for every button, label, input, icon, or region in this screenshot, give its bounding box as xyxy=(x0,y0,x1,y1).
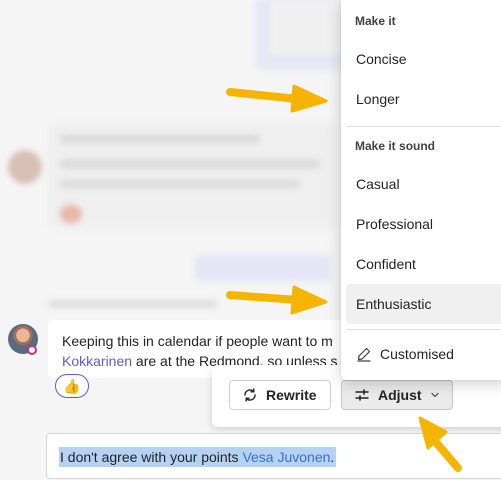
background-reaction xyxy=(60,205,82,223)
message-line-1: Keeping this in calendar if people want … xyxy=(62,333,333,349)
adjust-button[interactable]: Adjust xyxy=(341,380,453,410)
menu-header-make-it-sound: Make it sound xyxy=(355,139,436,153)
arrow-annotation-adjust xyxy=(418,416,462,472)
menu-item-longer[interactable]: Longer xyxy=(346,79,501,119)
menu-item-concise[interactable]: Concise xyxy=(346,39,501,79)
menu-item-customised[interactable]: Customised xyxy=(346,334,501,374)
arrow-annotation-enthusiastic xyxy=(226,285,328,315)
background-pill xyxy=(195,255,330,281)
pencil-icon xyxy=(356,346,372,362)
background-name xyxy=(48,300,218,308)
presence-status-icon xyxy=(27,345,37,355)
menu-item-casual[interactable]: Casual xyxy=(346,164,501,204)
compose-mention[interactable]: Vesa Juvonen xyxy=(242,449,330,465)
compose-text: I don't agree with your points xyxy=(60,449,243,465)
rewrite-label: Rewrite xyxy=(266,387,317,403)
background-line xyxy=(60,135,260,143)
customised-label: Customised xyxy=(380,346,454,362)
adjust-label: Adjust xyxy=(378,387,422,403)
rewrite-icon xyxy=(244,388,256,402)
menu-divider xyxy=(346,126,501,127)
menu-item-professional[interactable]: Professional xyxy=(346,204,501,244)
compose-selected-text[interactable]: I don't agree with your points Vesa Juvo… xyxy=(59,447,337,467)
rewrite-button[interactable]: Rewrite xyxy=(229,380,331,410)
mention-link[interactable]: Kokkarinen xyxy=(62,353,132,369)
background-line xyxy=(60,180,300,188)
thumbs-up-reaction[interactable]: 👍 xyxy=(55,374,89,398)
background-avatar xyxy=(8,150,42,184)
menu-item-confident[interactable]: Confident xyxy=(346,244,501,284)
background-card-inner xyxy=(270,0,350,55)
compose-suffix: . xyxy=(330,449,335,465)
menu-divider xyxy=(346,329,501,330)
sliders-icon xyxy=(355,389,369,401)
background-line xyxy=(60,160,320,168)
arrow-annotation-longer xyxy=(226,84,328,113)
chevron-down-icon xyxy=(430,392,439,398)
menu-item-enthusiastic[interactable]: Enthusiastic xyxy=(346,284,501,324)
thumbs-up-icon: 👍 xyxy=(63,377,81,394)
menu-header-make-it: Make it xyxy=(355,14,396,28)
